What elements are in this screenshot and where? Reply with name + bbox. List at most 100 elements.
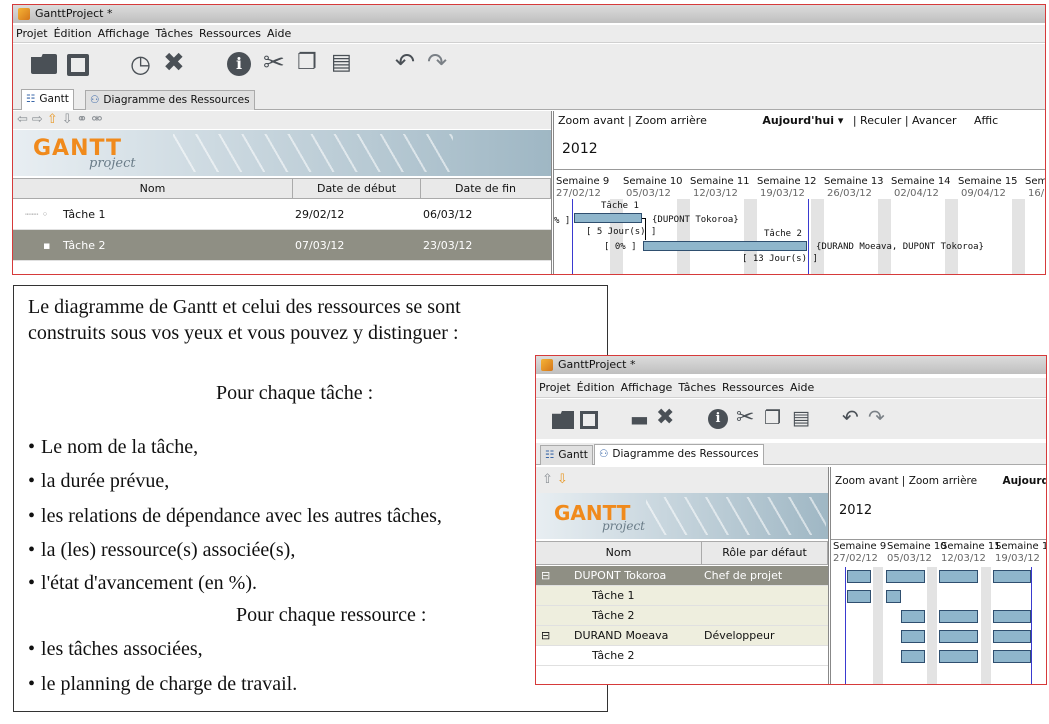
load-bar (993, 630, 1031, 643)
zoom-in-link[interactable]: Zoom avant (835, 475, 898, 487)
list-item: Le nom de la tâche, (28, 436, 198, 459)
menu-taches[interactable]: Tâches (675, 378, 719, 397)
project-start-line (845, 567, 846, 684)
load-bar (939, 650, 978, 663)
zoom-in-link[interactable]: Zoom avant (558, 114, 624, 127)
save-icon[interactable] (67, 54, 89, 76)
redo-icon[interactable]: ↷ (427, 50, 447, 74)
tab-gantt[interactable]: ☷ Gantt (540, 445, 593, 465)
today-dropdown[interactable]: Aujourd (1002, 475, 1046, 487)
task1-label: Tâche 1 (601, 201, 639, 211)
cut-icon[interactable]: ✂ (736, 407, 754, 429)
menu-affichage[interactable]: Affichage (95, 25, 153, 42)
load-bar (939, 570, 978, 583)
menu-edition[interactable]: Édition (574, 378, 618, 397)
menu-taches[interactable]: Tâches (152, 25, 196, 42)
load-bar (901, 610, 925, 623)
app-logo-icon (18, 8, 30, 20)
move-down-icon[interactable]: ⇩ (557, 472, 568, 487)
collapse-icon[interactable]: ⊟ (541, 626, 550, 645)
delete-icon[interactable]: ✖ (163, 50, 185, 76)
display-link[interactable]: Affic (974, 114, 998, 127)
task1-resources: {DUPONT Tokoroa} (652, 215, 739, 225)
move-down-icon[interactable]: ⇩ (62, 112, 73, 127)
unlink-icon[interactable]: ⚮ (92, 112, 103, 127)
list-item: le planning de charge de travail. (28, 673, 297, 696)
menu-projet[interactable]: Projet (13, 25, 51, 42)
task1-bar[interactable] (574, 213, 642, 223)
open-folder-icon[interactable] (552, 411, 574, 429)
menu-affichage[interactable]: Affichage (618, 378, 676, 397)
menu-aide[interactable]: Aide (787, 378, 817, 397)
properties-icon[interactable]: i (708, 409, 728, 429)
today-dropdown[interactable]: Aujourd'hui ▾ (762, 114, 843, 127)
table-row[interactable]: ⊟ DURAND Moeava Développeur (536, 626, 828, 646)
save-icon[interactable] (580, 411, 598, 429)
delete-icon[interactable]: ✖ (656, 407, 674, 429)
week-label: Semaine 15 (958, 176, 1018, 187)
undo-icon[interactable]: ↶ (395, 50, 415, 74)
menu-aide[interactable]: Aide (264, 25, 294, 42)
menu-edition[interactable]: Édition (51, 25, 95, 42)
collapse-icon[interactable]: ⊟ (541, 566, 550, 585)
col-name[interactable]: Nom (13, 179, 293, 198)
col-role[interactable]: Rôle par défaut (702, 542, 828, 564)
explanation-box: Le diagramme de Gantt et celui des resso… (13, 285, 608, 712)
table-row[interactable]: Tâche 2 (536, 606, 828, 626)
list-item: l'état d'avancement (en %). (28, 572, 257, 595)
week-label: Semaine 10 (887, 541, 947, 552)
weekend-stripe (1012, 199, 1025, 274)
date-label: 26/03/12 (827, 188, 872, 199)
people-icon: ⚇ (90, 94, 100, 106)
tab-resources[interactable]: ⚇ Diagramme des Ressources (594, 444, 764, 465)
undo-icon[interactable]: ↶ (842, 407, 859, 427)
tab-gantt-label: Gantt (39, 93, 69, 105)
resource-heading: Pour chaque ressource : (236, 604, 427, 626)
hexagon-pattern-icon (173, 134, 453, 172)
table-row[interactable]: ┈┈ ◦ Tâche 1 29/02/12 06/03/12 (13, 200, 551, 230)
table-row[interactable]: Tâche 2 (536, 646, 828, 666)
back-link[interactable]: Reculer (860, 114, 901, 127)
link-icon[interactable]: ⚭ (77, 112, 88, 127)
history-icon[interactable]: ◷ (130, 52, 151, 76)
load-bar (939, 630, 978, 643)
properties-icon[interactable]: i (227, 52, 251, 76)
move-up-icon[interactable]: ⇧ (47, 112, 58, 127)
window-title: GanttProject * (558, 358, 636, 371)
copy-icon[interactable]: ❐ (764, 409, 781, 428)
tab-gantt[interactable]: ☷ Gantt (21, 89, 74, 110)
move-up-icon[interactable]: ⇧ (542, 472, 553, 487)
date-label: 09/04/12 (961, 188, 1006, 199)
logo-subtext: project (89, 156, 136, 171)
logo-subtext: project (602, 519, 646, 533)
table-row[interactable]: Tâche 1 (536, 586, 828, 606)
menu-ressources[interactable]: Ressources (196, 25, 264, 42)
col-end[interactable]: Date de fin (421, 179, 551, 198)
zoom-out-link[interactable]: Zoom arrière (909, 475, 977, 487)
redo-icon[interactable]: ↷ (868, 407, 885, 427)
load-bar (886, 570, 925, 583)
indent-icon[interactable]: ⇨ (32, 112, 43, 127)
copy-icon[interactable]: ❐ (297, 52, 317, 74)
col-start[interactable]: Date de début (293, 179, 421, 198)
paste-icon[interactable]: ▤ (331, 52, 352, 74)
forward-link[interactable]: Avancer (912, 114, 956, 127)
user-card-icon[interactable]: ▬ (630, 409, 649, 429)
table-row-selected[interactable]: ⊟ DUPONT Tokoroa Chef de projet (536, 566, 828, 586)
table-row-selected[interactable]: ▪ Tâche 2 07/03/12 23/03/12 (13, 230, 551, 261)
menu-projet[interactable]: Projet (536, 378, 574, 397)
outdent-icon[interactable]: ⇦ (17, 112, 28, 127)
task-heading: Pour chaque tâche : (216, 382, 374, 404)
paste-icon[interactable]: ▤ (792, 409, 810, 428)
title-bar: GanttProject * (13, 5, 1045, 23)
cut-icon[interactable]: ✂ (263, 50, 285, 76)
task2-resources: {DURAND Moeava, DUPONT Tokoroa} (816, 242, 984, 252)
tab-resources[interactable]: ⚇ Diagramme des Ressources (85, 90, 255, 110)
col-name[interactable]: Nom (536, 542, 702, 564)
load-bar (901, 650, 925, 663)
zoom-out-link[interactable]: Zoom arrière (635, 114, 707, 127)
menu-ressources[interactable]: Ressources (719, 378, 787, 397)
task-name: Tâche 2 (592, 609, 635, 622)
task2-bar[interactable] (643, 241, 807, 251)
open-folder-icon[interactable] (31, 54, 57, 74)
